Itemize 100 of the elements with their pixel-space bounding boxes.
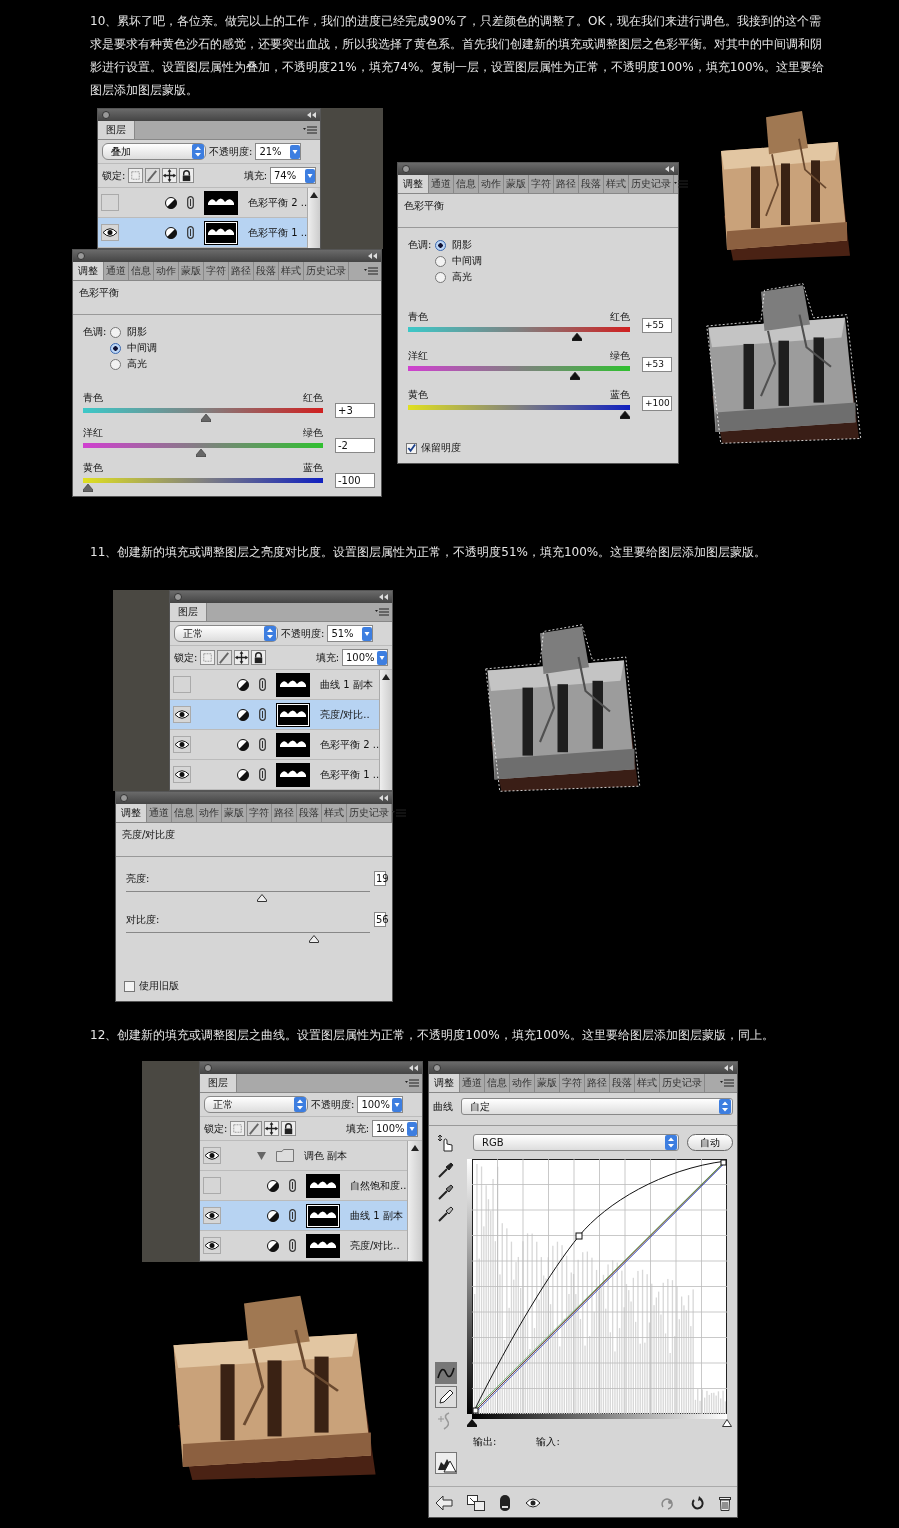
panel-tab[interactable]: 动作 — [154, 262, 179, 280]
panel-tab[interactable]: 通道 — [460, 1074, 485, 1092]
layer-row[interactable]: 曲线 1 副本 — [200, 1201, 407, 1231]
blend-mode-select[interactable]: 正常 — [204, 1096, 308, 1113]
layer-name: 色彩平衡 2 .. — [248, 195, 308, 210]
layer-name: 曲线 1 副本 — [320, 677, 373, 692]
step-paragraph: 10、累坏了吧，各位亲。做完以上的工作，我们的进度已经完成90%了，只差颜色的调整了。OK，现在我们来进行调色。我接到的这个需求是要求有种黄色沙石的感觉，还要突出血战，所以我选择了黄色系。首先我们创建新的填充或调整图层之色彩平衡。对其中的中间调和阴影进行设置。设置图层属性为叠加，不透明度21%，填充74%。复制一层，设置图层属性为正常，不透明度100%，填充100%。这里要给图层添加图层蒙版。 — [90, 13, 825, 99]
slider-label: 黄色 — [408, 388, 428, 402]
panel-tab[interactable]: 动作 — [197, 804, 222, 822]
panel-tab[interactable]: 蒙版 — [535, 1074, 560, 1092]
panel-tab[interactable]: 蒙版 — [179, 262, 204, 280]
panel-tab[interactable]: 信息 — [172, 804, 197, 822]
opacity-field[interactable]: 51% — [327, 625, 374, 642]
value-field[interactable]: +3 — [335, 403, 375, 418]
panel-tab[interactable]: 段落 — [297, 804, 322, 822]
panel-tab[interactable]: 动作 — [479, 175, 504, 193]
opacity-field[interactable]: 21% — [255, 143, 302, 160]
panel-tab[interactable]: 段落 — [610, 1074, 635, 1092]
layer-name: 曲线 1 副本 — [350, 1208, 403, 1223]
panel-tab[interactable]: 字符 — [247, 804, 272, 822]
adjustment-title: 色彩平衡 — [79, 287, 119, 298]
slider-label: 青色 — [408, 310, 428, 324]
panel-tab[interactable]: 信息 — [129, 262, 154, 280]
layer-row[interactable]: 色彩平衡 1 .. — [98, 218, 308, 248]
adjustment-title: 色彩平衡 — [404, 200, 444, 211]
slider-label: 黄色 — [83, 461, 103, 475]
layer-name: 亮度/对比.. — [350, 1238, 400, 1253]
value-field[interactable]: -100 — [335, 473, 375, 488]
slider-label: 洋红 — [408, 349, 428, 363]
value-field[interactable]: +55 — [642, 318, 672, 333]
tone-option: 中间调 — [452, 254, 483, 268]
tone-option: 高光 — [127, 357, 148, 371]
fill-field[interactable]: 100% — [342, 649, 388, 666]
blend-mode-select[interactable]: 叠加 — [102, 143, 206, 160]
panel-tab[interactable]: 样式 — [635, 1074, 660, 1092]
panel-tab[interactable]: 历史记录 — [660, 1074, 705, 1092]
panel-tab[interactable]: 调整 — [398, 175, 429, 193]
value-field[interactable]: -2 — [335, 438, 375, 453]
layer-row[interactable]: 亮度/对比.. — [170, 700, 380, 730]
panel-tab[interactable]: 图层 — [98, 121, 135, 139]
panel-tab[interactable]: 通道 — [429, 175, 454, 193]
fill-label: 填充: — [345, 1121, 369, 1136]
slider-label: 红色 — [610, 310, 630, 324]
step-paragraph: 12、创建新的填充或调整图层之曲线。设置图层属性为正常，不透明度100%，填充100%。这里要给图层添加图层蒙版，同上。 — [90, 1027, 775, 1044]
opacity-field[interactable]: 100% — [357, 1096, 404, 1113]
panel-tab[interactable]: 字符 — [204, 262, 229, 280]
panel-tab[interactable]: 动作 — [510, 1074, 535, 1092]
panel-tab[interactable]: 历史记录 — [629, 175, 674, 193]
fill-label: 填充: — [315, 650, 339, 665]
tone-label: 色调: — [408, 238, 432, 252]
slider-label: 亮度: — [126, 871, 150, 886]
panel-tab[interactable]: 字符 — [529, 175, 554, 193]
slider-label: 蓝色 — [610, 388, 630, 402]
value-field[interactable]: +100 — [642, 396, 672, 411]
layer-name: 色彩平衡 1 .. — [320, 767, 380, 782]
panel-tab[interactable]: 通道 — [104, 262, 129, 280]
fill-field[interactable]: 100% — [372, 1120, 418, 1137]
panel-tab[interactable]: 图层 — [170, 603, 207, 621]
slider-label: 青色 — [83, 391, 103, 405]
step-paragraph: 11、创建新的填充或调整图层之亮度对比度。设置图层属性为正常，不透明度51%，填充100%。这里要给图层添加图层蒙版。 — [90, 544, 768, 561]
layer-row[interactable]: 色彩平衡 2 .. — [98, 188, 308, 218]
panel-tab[interactable]: 段落 — [254, 262, 279, 280]
value-field[interactable]: 56 — [374, 912, 386, 927]
adjustment-title: 曲线 — [433, 1099, 453, 1114]
tone-option: 阴影 — [452, 238, 473, 252]
panel-tab[interactable]: 图层 — [200, 1074, 237, 1092]
panel-tab[interactable]: 信息 — [485, 1074, 510, 1092]
layer-row[interactable]: 亮度/对比.. — [200, 1231, 407, 1261]
layer-name: 色彩平衡 1 .. — [248, 225, 308, 240]
panel-tab[interactable]: 调整 — [429, 1074, 460, 1092]
panel-tab[interactable]: 信息 — [454, 175, 479, 193]
panel-tab[interactable]: 蒙版 — [504, 175, 529, 193]
value-field[interactable]: +53 — [642, 357, 672, 372]
panel-tab[interactable]: 路径 — [272, 804, 297, 822]
preset-select[interactable]: 自定 — [461, 1098, 733, 1115]
panel-tab[interactable]: 历史记录 — [304, 262, 349, 280]
layer-row[interactable]: 自然饱和度.. — [200, 1171, 407, 1201]
slider-label: 蓝色 — [303, 461, 323, 475]
layer-row[interactable]: 色彩平衡 2 .. — [170, 730, 380, 760]
layer-row[interactable]: 色彩平衡 1 .. — [170, 760, 380, 790]
panel-tab[interactable]: 蒙版 — [222, 804, 247, 822]
auto-button[interactable]: 自动 — [687, 1134, 733, 1151]
panel-tab[interactable]: 字符 — [560, 1074, 585, 1092]
panel-tab[interactable]: 路径 — [554, 175, 579, 193]
checkbox-label: 使用旧版 — [139, 979, 179, 993]
panel-tab[interactable]: 段落 — [579, 175, 604, 193]
panel-tab[interactable]: 样式 — [322, 804, 347, 822]
fill-field[interactable]: 74% — [270, 167, 316, 184]
panel-tab[interactable]: 历史记录 — [347, 804, 392, 822]
panel-tab[interactable]: 样式 — [604, 175, 629, 193]
panel-tab[interactable]: 通道 — [147, 804, 172, 822]
panel-tab[interactable]: 路径 — [585, 1074, 610, 1092]
panel-tab[interactable]: 调整 — [73, 262, 104, 280]
layer-row[interactable]: 曲线 1 副本 — [170, 670, 380, 700]
panel-tab[interactable]: 样式 — [279, 262, 304, 280]
channel-select[interactable]: RGB — [473, 1134, 679, 1151]
blend-mode-select[interactable]: 正常 — [174, 625, 278, 642]
value-field[interactable]: 19 — [374, 871, 386, 886]
panel-tab[interactable]: 路径 — [229, 262, 254, 280]
panel-tab[interactable]: 调整 — [116, 804, 147, 822]
